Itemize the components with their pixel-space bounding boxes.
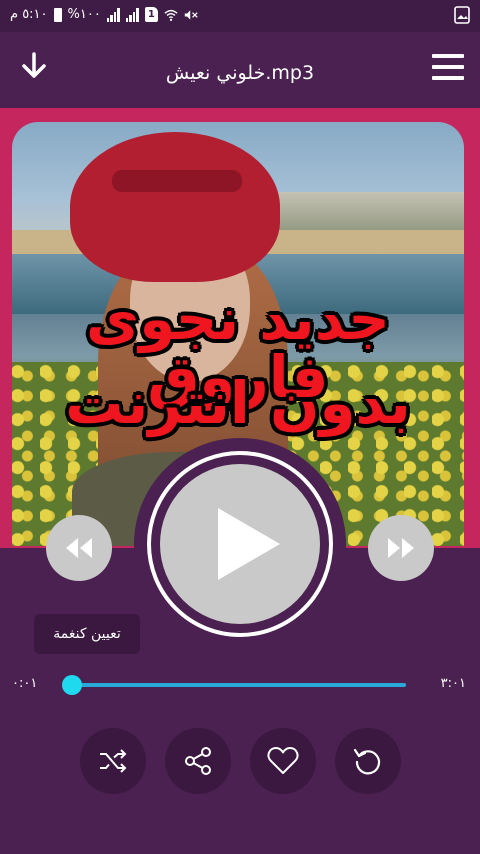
share-button[interactable] — [165, 728, 231, 794]
shuffle-button[interactable] — [80, 728, 146, 794]
favorite-button[interactable] — [250, 728, 316, 794]
total-time: ٣:٠١ — [440, 676, 466, 691]
artwork-hatband — [112, 170, 242, 192]
fast-forward-button[interactable] — [368, 515, 434, 581]
play-icon — [218, 508, 280, 580]
status-left: ٥:١٠ م %١٠٠ 1 — [10, 7, 198, 22]
seek-thumb[interactable] — [62, 675, 82, 695]
current-time: ٠:٠١ — [12, 676, 38, 691]
top-bar: خلوني نعيش.mp3 — [0, 32, 480, 108]
rewind-button[interactable] — [46, 515, 112, 581]
mute-icon — [184, 9, 198, 20]
menu-icon[interactable] — [432, 54, 464, 80]
signal-icon-2 — [125, 7, 139, 22]
gallery-icon — [454, 6, 470, 24]
status-bar: ٥:١٠ م %١٠٠ 1 — [0, 0, 480, 32]
song-title: خلوني نعيش.mp3 — [165, 62, 315, 84]
artwork-hat — [70, 132, 280, 282]
signal-icon — [106, 7, 120, 22]
rewind-icon — [66, 538, 92, 558]
fast-forward-icon — [388, 538, 414, 558]
set-ringtone-button[interactable]: تعيين كنغمة — [34, 614, 140, 654]
heart-icon — [267, 747, 299, 774]
shuffle-icon — [100, 749, 127, 773]
seek-bar[interactable] — [70, 683, 406, 687]
battery-icon — [53, 7, 62, 22]
battery-level: %١٠٠ — [67, 7, 101, 22]
repeat-button[interactable] — [335, 728, 401, 794]
repeat-icon — [353, 748, 381, 775]
status-time: ٥:١٠ م — [10, 7, 48, 22]
share-icon — [185, 747, 211, 775]
artwork-text-line2: بدون انترنت — [65, 369, 411, 437]
play-button[interactable] — [160, 464, 320, 624]
sim-icon: 1 — [144, 7, 158, 22]
wifi-icon — [164, 9, 178, 21]
